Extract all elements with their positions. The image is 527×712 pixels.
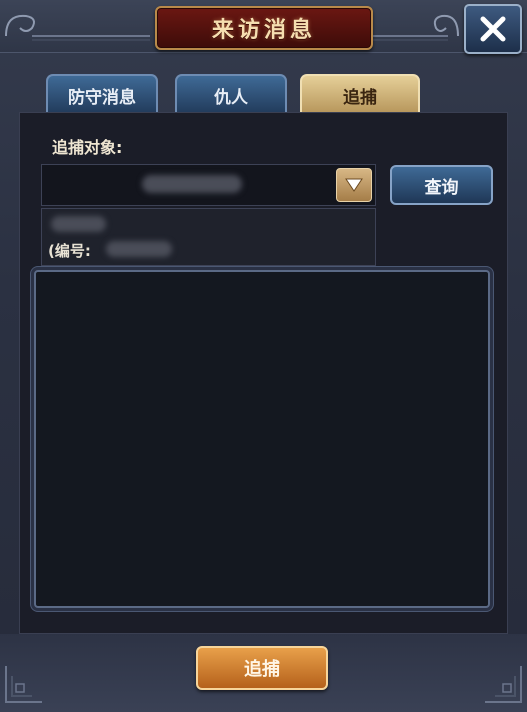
target-name-blurred <box>51 216 106 232</box>
close-icon <box>480 16 506 42</box>
ornament-left-icon <box>5 14 150 41</box>
selected-target-value <box>142 175 242 193</box>
window-title: 来访消息 <box>211 18 316 43</box>
tab-pursue[interactable]: 追捕 <box>300 74 420 114</box>
target-id-label: (编号: <box>48 242 91 260</box>
tab-label: 仇人 <box>214 87 248 108</box>
tab-enemies[interactable]: 仇人 <box>175 74 287 114</box>
target-id-blurred <box>106 241 172 257</box>
title-bar: 来访消息 <box>0 0 527 54</box>
tab-defense-messages[interactable]: 防守消息 <box>46 74 158 114</box>
triangle-down-icon <box>345 178 363 192</box>
target-select[interactable] <box>41 164 376 206</box>
pursue-button[interactable]: 追捕 <box>196 646 328 690</box>
target-label: 追捕对象: <box>52 138 123 157</box>
corner-ornament-icon <box>485 666 522 703</box>
close-button[interactable] <box>464 4 522 54</box>
tab-label: 防守消息 <box>68 87 136 108</box>
target-info-box: (编号: <box>41 208 376 266</box>
query-button[interactable]: 查询 <box>390 165 493 205</box>
ornament-right-icon <box>372 14 459 41</box>
tab-label: 追捕 <box>343 87 377 108</box>
title-plate: 来访消息 <box>155 6 373 50</box>
corner-ornament-icon <box>5 666 42 703</box>
pursue-button-label: 追捕 <box>244 659 280 680</box>
query-button-label: 查询 <box>424 177 459 198</box>
pursue-list-panel <box>34 270 490 608</box>
dropdown-button[interactable] <box>336 168 372 202</box>
dialog-window: 来访消息 防守消息 仇人 追捕 追捕对象: 查询 (编号: 追捕 <box>0 0 527 712</box>
